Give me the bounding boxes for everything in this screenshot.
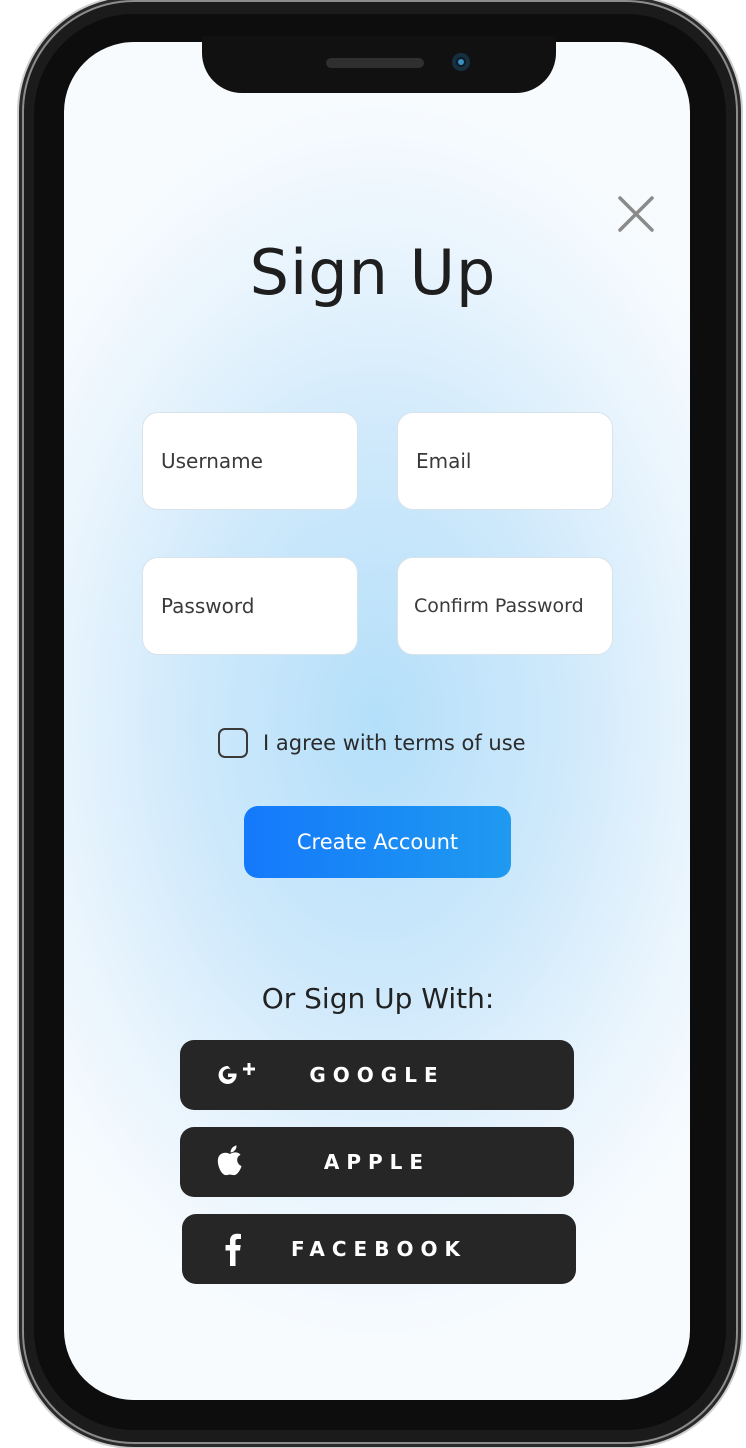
facebook-label: FACEBOOK [291,1237,467,1261]
or-sign-up-label: Or Sign Up With: [261,982,495,1015]
close-button[interactable] [612,192,658,238]
apple-label: APPLE [323,1150,431,1174]
terms-label[interactable]: I agree with terms of use [263,731,526,755]
username-input[interactable] [142,412,358,510]
terms-checkbox[interactable] [218,728,248,758]
close-icon [618,196,654,232]
google-signup-button[interactable]: GOOGLE [180,1040,574,1110]
speaker [326,58,424,68]
google-label: GOOGLE [309,1063,445,1087]
terms-row: I agree with terms of use [218,726,526,760]
page-title: Sign Up [249,236,497,309]
email-input[interactable] [397,412,613,510]
apple-signup-button[interactable]: APPLE [180,1127,574,1197]
facebook-signup-button[interactable]: FACEBOOK [182,1214,576,1284]
create-account-button[interactable]: Create Account [244,806,511,878]
camera [452,53,470,71]
password-input[interactable] [142,557,358,655]
confirm-password-input[interactable] [397,557,613,655]
